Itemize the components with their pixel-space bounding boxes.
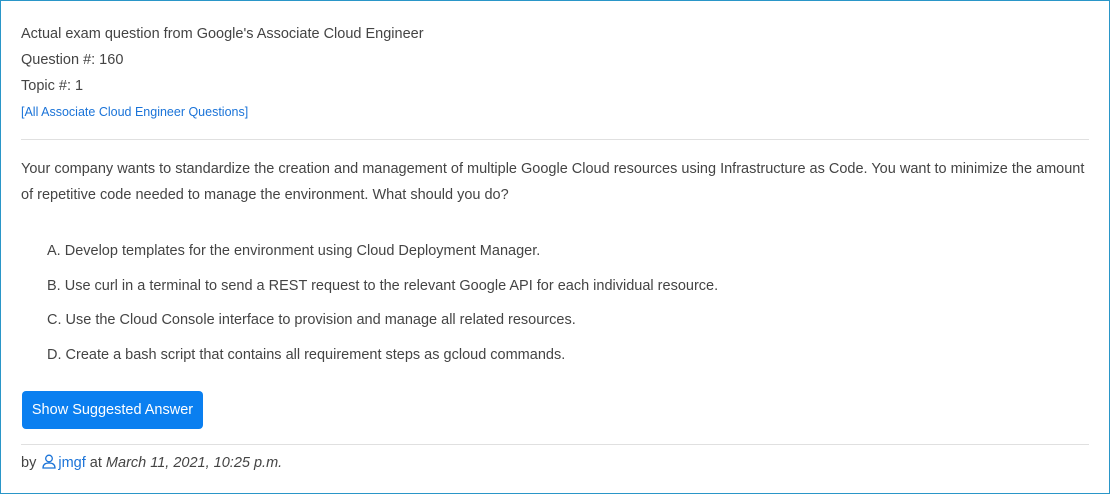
user-icon: [42, 452, 57, 478]
divider-bottom: [21, 444, 1089, 445]
question-header: Actual exam question from Google's Assoc…: [21, 21, 424, 125]
topic-number: Topic #: 1: [21, 78, 84, 94]
show-suggested-answer-button[interactable]: Show Suggested Answer: [22, 391, 203, 429]
divider-top: [21, 139, 1089, 140]
discussion-meta: by jmgf at March 11, 2021, 10:25 p.m.: [21, 450, 282, 478]
choice-a[interactable]: A. Develop templates for the environment…: [47, 238, 718, 273]
username-link[interactable]: jmgf: [58, 455, 85, 471]
choice-d[interactable]: D. Create a bash script that contains al…: [47, 342, 718, 377]
choice-b[interactable]: B. Use curl in a terminal to send a REST…: [47, 273, 718, 308]
choices-list: A. Develop templates for the environment…: [47, 238, 718, 376]
post-date: March 11, 2021, 10:25 p.m.: [105, 455, 283, 471]
by-label: by: [21, 455, 37, 471]
at-label: at: [89, 455, 102, 471]
question-number: Question #: 160: [21, 52, 124, 68]
all-questions-link[interactable]: [All Associate Cloud Engineer Questions]: [21, 99, 424, 125]
question-text: Your company wants to standardize the cr…: [21, 161, 1085, 203]
exam-title: Actual exam question from Google's Assoc…: [21, 26, 424, 42]
question-card: Actual exam question from Google's Assoc…: [0, 0, 1110, 494]
choice-c[interactable]: C. Use the Cloud Console interface to pr…: [47, 307, 718, 342]
